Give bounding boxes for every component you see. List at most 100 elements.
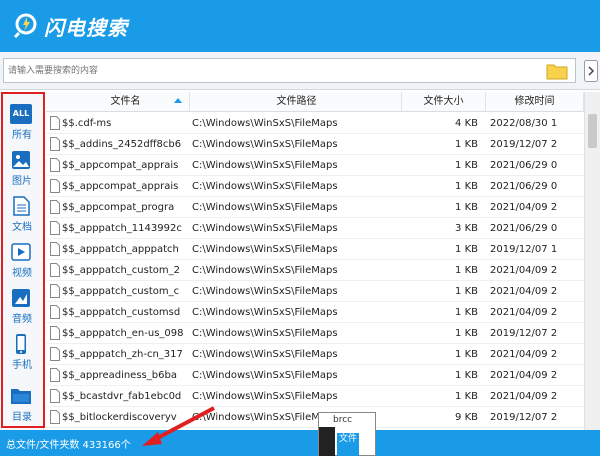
file-icon: [50, 347, 60, 361]
file-size-cell: 1 KB: [455, 244, 478, 255]
file-icon: [50, 116, 60, 130]
scroll-right-icon[interactable]: [584, 60, 598, 82]
modified-date-cell: 2021/06/29 0: [490, 223, 558, 234]
file-size-cell: 1 KB: [455, 160, 478, 171]
table-row[interactable]: $$_appcompat_apprais C:\Windows\WinSxS\Fi…: [46, 155, 584, 176]
results-table: 文件名 文件路径 文件大小 修改时间 $$.cdf-ms C:\Windows\W…: [46, 92, 584, 430]
sidebar-item-all[interactable]: ALL 所有: [0, 100, 44, 144]
file-path-cell: C:\Windows\WinSxS\FileMaps: [192, 307, 338, 318]
sidebar-item-documents[interactable]: 文档: [0, 192, 44, 236]
context-popup: brcc 文件: [318, 412, 376, 456]
file-name-cell: $$_apppatch_en-us_098: [62, 328, 184, 339]
file-icon: [50, 389, 60, 403]
modified-date-cell: 2021/04/09 2: [490, 265, 558, 276]
table-row[interactable]: $$_apppatch_custom_2 C:\Windows\WinSxS\Fi…: [46, 260, 584, 281]
sort-ascending-icon: [174, 98, 182, 103]
app-title: 闪电搜索: [44, 16, 128, 40]
file-name-cell: $$.cdf-ms: [62, 118, 112, 129]
search-bar: [0, 52, 600, 90]
sidebar-item-phone[interactable]: 手机: [0, 330, 44, 374]
search-input[interactable]: [3, 58, 576, 83]
table-row[interactable]: $$_appcompat_apprais C:\Windows\WinSxS\Fi…: [46, 176, 584, 197]
file-path-cell: C:\Windows\WinSxS\FileMaps: [192, 202, 338, 213]
file-size-cell: 1 KB: [455, 349, 478, 360]
column-header-name[interactable]: 文件名: [62, 92, 190, 112]
file-icon: [50, 305, 60, 319]
column-header-path[interactable]: 文件路径: [192, 92, 402, 112]
file-size-cell: 1 KB: [455, 307, 478, 318]
video-icon: [11, 243, 31, 261]
modified-date-cell: 2021/04/09 2: [490, 202, 558, 213]
modified-date-cell: 2021/06/29 0: [490, 160, 558, 171]
document-icon: [13, 196, 30, 216]
sidebar-label: 手机: [12, 360, 32, 371]
table-row[interactable]: $$_addins_2452dff8cb6 C:\Windows\WinSxS\F…: [46, 134, 584, 155]
modified-date-cell: 2019/12/07 2: [490, 328, 558, 339]
table-row[interactable]: $$_appreadiness_b6ba C:\Windows\WinSxS\Fi…: [46, 365, 584, 386]
sidebar-item-images[interactable]: 图片: [0, 146, 44, 190]
folder-icon[interactable]: [546, 62, 568, 80]
table-row[interactable]: $$_apppatch_custom_c C:\Windows\WinSxS\Fi…: [46, 281, 584, 302]
status-bar: 总文件/文件夹数 433166个: [0, 430, 600, 456]
table-row[interactable]: $$_bitlockerdiscoveryv C:\Windows\WinSxS\…: [46, 407, 584, 428]
table-row[interactable]: $$_apppatch_zh-cn_317 C:\Windows\WinSxS\F…: [46, 344, 584, 365]
annotation-arrow-icon: [142, 406, 215, 446]
file-icon: [50, 326, 60, 340]
file-icon: [50, 368, 60, 382]
table-row[interactable]: $$_appcompat_progra C:\Windows\WinSxS\Fil…: [46, 197, 584, 218]
sidebar-label: 音频: [12, 314, 32, 325]
column-header-modified[interactable]: 修改时间: [486, 92, 584, 112]
file-icon: [50, 263, 60, 277]
file-size-cell: 1 KB: [455, 181, 478, 192]
table-row[interactable]: $$_apppatch_en-us_098 C:\Windows\WinSxS\F…: [46, 323, 584, 344]
popup-label: brcc: [333, 415, 353, 425]
table-row[interactable]: $$.cdf-ms C:\Windows\WinSxS\FileMaps 4 KB 2…: [46, 113, 584, 134]
file-icon: [50, 179, 60, 193]
file-icon: [50, 221, 60, 235]
table-row[interactable]: $$_apppatch_1143992c C:\Windows\WinSxS\Fi…: [46, 218, 584, 239]
scrollbar-thumb[interactable]: [588, 114, 597, 148]
sidebar-item-audio[interactable]: 音频: [0, 284, 44, 328]
file-size-cell: 1 KB: [455, 139, 478, 150]
modified-date-cell: 2021/04/09 2: [490, 307, 558, 318]
file-name-cell: $$_appcompat_apprais: [62, 160, 179, 171]
all-icon: ALL: [10, 104, 32, 124]
modified-date-cell: 2021/04/09 2: [490, 349, 558, 360]
file-icon: [50, 284, 60, 298]
vertical-scrollbar[interactable]: [584, 92, 600, 430]
table-row[interactable]: $$_apppatch_apppatch C:\Windows\WinSxS\Fi…: [46, 239, 584, 260]
popup-file-button[interactable]: 文件: [337, 433, 359, 456]
file-name-cell: $$_appcompat_progra: [62, 202, 175, 213]
modified-date-cell: 2021/04/09 2: [490, 391, 558, 402]
file-path-cell: C:\Windows\WinSxS\FileMaps: [192, 160, 338, 171]
file-path-cell: C:\Windows\WinSxS\FileMaps: [192, 181, 338, 192]
file-name-cell: $$_apppatch_custom_c: [62, 286, 180, 297]
title-bar: 闪电搜索: [0, 0, 600, 52]
sidebar-item-video[interactable]: 视频: [0, 238, 44, 282]
file-path-cell: C:\Windows\WinSxS\FileMaps: [192, 286, 338, 297]
file-path-cell: C:\Windows\WinSxS\FileMaps: [192, 265, 338, 276]
modified-date-cell: 2019/12/07 2: [490, 412, 558, 423]
sidebar-label: 所有: [12, 130, 32, 141]
file-icon: [50, 200, 60, 214]
phone-icon: [16, 334, 26, 354]
sidebar-label: 文档: [12, 222, 32, 233]
file-name-cell: $$_apppatch_apppatch: [62, 244, 179, 255]
file-path-cell: C:\Windows\WinSxS\FileMaps: [192, 349, 338, 360]
file-name-cell: $$_addins_2452dff8cb6: [62, 139, 182, 150]
image-icon: [12, 151, 30, 169]
sidebar-item-folders[interactable]: 目录: [0, 382, 44, 426]
table-row[interactable]: $$_apppatch_customsd C:\Windows\WinSxS\Fi…: [46, 302, 584, 323]
file-path-cell: C:\Windows\WinSxS\FileMaps: [192, 244, 338, 255]
file-path-cell: C:\Windows\WinSxS\FileMaps: [192, 139, 338, 150]
modified-date-cell: 2022/08/30 1: [490, 118, 558, 129]
file-size-cell: 4 KB: [455, 118, 478, 129]
table-row[interactable]: $$_bcastdvr_fab1ebc0d C:\Windows\WinSxS\F…: [46, 386, 584, 407]
column-header-size[interactable]: 文件大小: [402, 92, 486, 112]
file-size-cell: 1 KB: [455, 391, 478, 402]
file-path-cell: C:\Windows\WinSxS\FileMaps: [192, 223, 338, 234]
file-size-cell: 3 KB: [455, 223, 478, 234]
file-icon: [50, 410, 60, 424]
file-path-cell: C:\Windows\WinSxS\FileMaps: [192, 370, 338, 381]
file-name-cell: $$_appcompat_apprais: [62, 181, 179, 192]
